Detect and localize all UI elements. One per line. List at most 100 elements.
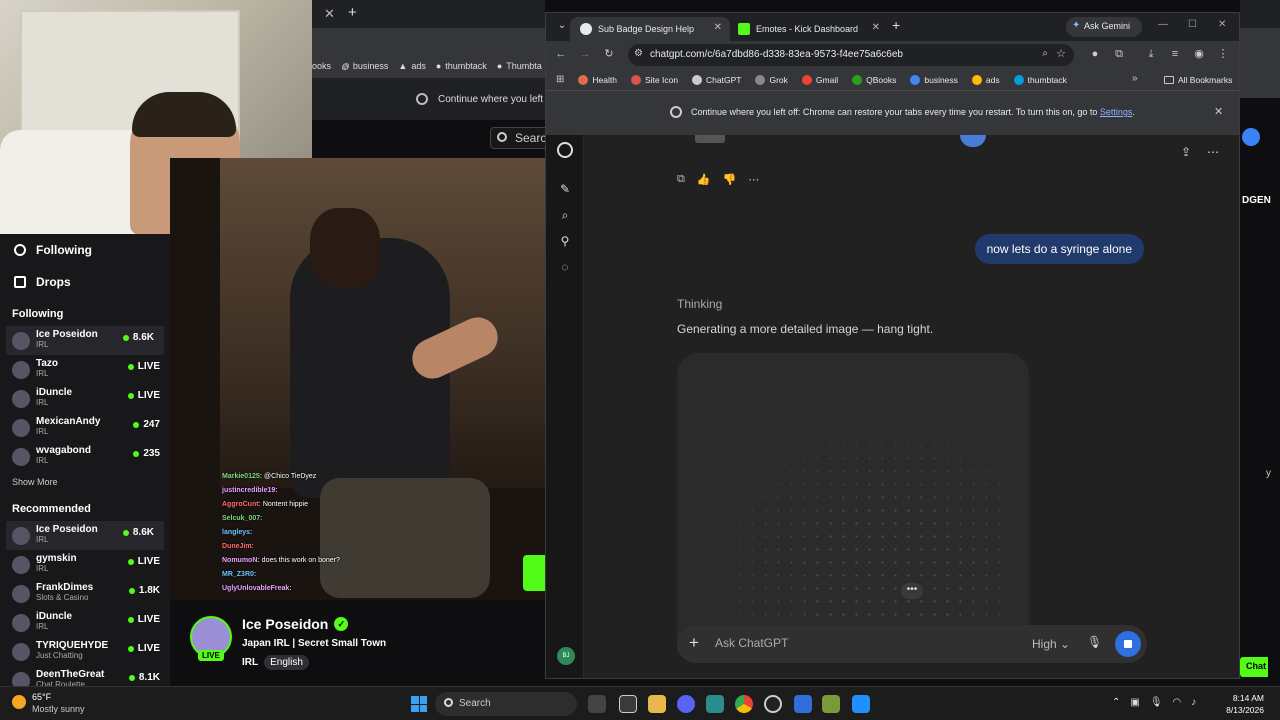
settings-link[interactable]: Settings — [1100, 107, 1133, 117]
tab-search-icon[interactable]: ⌄ — [554, 18, 570, 34]
sidebar-channel[interactable]: Ice Poseidon IRL 8.6K — [6, 521, 164, 550]
new-tab-icon[interactable]: + — [348, 4, 357, 21]
sidebar-channel[interactable]: FrankDimes Slots & Casino 1.8K — [0, 579, 170, 608]
wifi-icon[interactable]: ◠ — [1173, 697, 1182, 708]
sidebar-channel[interactable]: iDuncle IRL LIVE — [0, 384, 170, 413]
sidebar-channel[interactable]: MexicanAndy IRL 247 — [0, 413, 170, 442]
thumbs-down-icon[interactable]: 👎 — [723, 173, 737, 186]
close-tab-icon[interactable]: ✕ — [872, 22, 880, 33]
sidebar-nav-drops[interactable]: Drops — [0, 266, 170, 298]
bookmark-item[interactable]: business — [910, 74, 958, 85]
chat-button[interactable]: Chat — [1240, 657, 1268, 677]
chat-username[interactable]: justincredible19: — [222, 487, 278, 494]
downloads-icon[interactable]: ⤓ — [1144, 47, 1158, 61]
chat-input[interactable]: Ask ChatGPT — [715, 636, 788, 650]
microphone-icon[interactable]: 🎙 — [1150, 697, 1163, 708]
user-avatar[interactable]: BJ — [557, 647, 575, 665]
chat-username[interactable]: DuneJim: — [222, 543, 254, 550]
close-infobar-icon[interactable]: ✕ — [1214, 105, 1223, 118]
maximize-icon[interactable]: ☐ — [1188, 19, 1197, 30]
app-icon[interactable] — [706, 695, 724, 713]
chat-bubble-icon[interactable]: ◌ — [557, 259, 573, 275]
sidebar-channel[interactable]: TYRIQUEHYDE Just Chatting LIVE — [0, 637, 170, 666]
chat-username[interactable]: NomumoN: — [222, 557, 260, 564]
apps-grid-icon[interactable]: ⊞ — [556, 74, 564, 85]
paint-icon[interactable] — [852, 695, 870, 713]
kick-search-input[interactable]: Search — [490, 127, 553, 149]
show-more-link[interactable]: Show More — [0, 471, 170, 493]
reload-icon[interactable]: ↻ — [602, 47, 616, 61]
sidebar-channel[interactable]: wvagabond IRL 235 — [0, 442, 170, 471]
copy-icon[interactable]: ⧉ — [677, 173, 685, 186]
zoom-icon[interactable]: ⌕ — [1042, 48, 1048, 59]
close-tab-icon[interactable]: ✕ — [324, 6, 335, 22]
minimize-icon[interactable]: — — [1158, 19, 1168, 30]
chrome-icon[interactable] — [735, 695, 753, 713]
bookmark-item[interactable]: Gmail — [801, 74, 838, 85]
back-icon[interactable]: ← — [554, 47, 568, 61]
ask-gemini-button[interactable]: ✦ Ask Gemini — [1066, 17, 1142, 37]
notepad-icon[interactable] — [619, 695, 637, 713]
chat-username[interactable]: langleys: — [222, 529, 252, 536]
add-attachment-icon[interactable]: + — [689, 633, 699, 653]
all-bookmarks-button[interactable]: All Bookmarks — [1164, 75, 1232, 85]
pin-icon[interactable]: ⚲ — [557, 233, 573, 249]
task-view-icon[interactable] — [588, 695, 606, 713]
openai-logo-icon[interactable] — [557, 142, 573, 158]
new-tab-icon[interactable]: + — [892, 17, 900, 33]
bookmark-item[interactable]: Site Icon — [630, 74, 678, 85]
close-window-icon[interactable]: ✕ — [1218, 19, 1226, 30]
bookmark-thumbtack[interactable]: ● thumbtack — [436, 61, 487, 71]
chat-username[interactable]: UglyUnlovableFreak: — [222, 585, 292, 592]
sidebar-channel[interactable]: iDuncle IRL LIVE — [0, 608, 170, 637]
microphone-icon[interactable]: 🎙 — [1087, 635, 1102, 649]
file-explorer-icon[interactable] — [648, 695, 666, 713]
volume-icon[interactable]: ♪ — [1191, 697, 1196, 708]
bookmark-ads[interactable]: ▲ ads — [398, 61, 425, 71]
notes-icon[interactable] — [794, 695, 812, 713]
extension-icon[interactable]: ● — [1088, 47, 1102, 61]
profile-icon[interactable]: ◉ — [1192, 47, 1206, 61]
chat-username[interactable]: Selcuk_007: — [222, 515, 262, 522]
sidebar-channel[interactable]: Ice Poseidon IRL 8.6K — [6, 326, 164, 355]
taskbar-search[interactable]: Search — [435, 692, 577, 716]
discord-icon[interactable] — [677, 695, 695, 713]
extensions-puzzle-icon[interactable]: ⧉ — [1112, 47, 1126, 61]
thumbs-up-icon[interactable]: 👍 — [697, 173, 711, 186]
site-info-icon[interactable]: ⚙ — [634, 48, 643, 59]
chat-username[interactable]: Markie0125: — [222, 473, 262, 480]
stop-generating-button[interactable] — [1115, 631, 1141, 657]
bookmark-star-icon[interactable]: ☆ — [1056, 47, 1066, 60]
more-options-icon[interactable]: ••• — [901, 583, 923, 599]
share-icon[interactable]: ⇪ — [1181, 145, 1191, 159]
bookmark-item[interactable]: thumbtack — [1013, 74, 1067, 85]
tab-emotes-kick-dashboard[interactable]: Emotes - Kick Dashboard ✕ — [728, 17, 888, 41]
layers-icon[interactable] — [822, 695, 840, 713]
category-tag[interactable]: IRL — [242, 657, 258, 668]
bookmark-item[interactable]: QBooks — [852, 74, 896, 85]
chat-username[interactable]: AggroCunt: — [222, 501, 261, 508]
more-options-icon[interactable]: ⋯ — [1207, 145, 1219, 159]
bookmark-item[interactable]: ads — [971, 74, 1000, 85]
thinking-label[interactable]: Thinking — [677, 297, 722, 311]
sidebar-channel[interactable]: Tazo IRL LIVE — [0, 355, 170, 384]
address-bar[interactable]: ⚙ chatgpt.com/c/6a7dbd86-d338-83ea-9573-… — [628, 44, 1074, 66]
search-chats-icon[interactable]: ⌕ — [557, 207, 573, 223]
language-tag[interactable]: English — [264, 655, 309, 670]
tab-sub-badge-design-help[interactable]: Sub Badge Design Help ✕ — [570, 17, 730, 41]
gemini-icon[interactable] — [1242, 128, 1260, 146]
more-bookmarks-icon[interactable]: » — [1132, 73, 1138, 84]
bookmark-business[interactable]: ◍ business — [341, 61, 388, 72]
more-icon[interactable]: ⋯ — [748, 173, 759, 186]
chat-username[interactable]: MR_Z3R0: — [222, 571, 256, 578]
bookmark-item[interactable]: ChatGPT — [692, 74, 741, 85]
menu-kebab-icon[interactable]: ⋮ — [1216, 47, 1230, 61]
bookmark-thumbtack-2[interactable]: ● Thumbta — [497, 61, 542, 71]
sidebar-channel[interactable]: gymskin IRL LIVE — [0, 550, 170, 579]
new-chat-icon[interactable]: ✎ — [557, 181, 573, 197]
clock[interactable]: 8:14 AM 8/13/2026 — [1216, 692, 1264, 716]
show-hidden-icons-icon[interactable]: ⌃ — [1112, 697, 1120, 708]
streamer-name[interactable]: Ice Poseidon ✓ — [242, 616, 349, 632]
start-button[interactable] — [411, 696, 427, 712]
obs-icon[interactable] — [764, 695, 782, 713]
